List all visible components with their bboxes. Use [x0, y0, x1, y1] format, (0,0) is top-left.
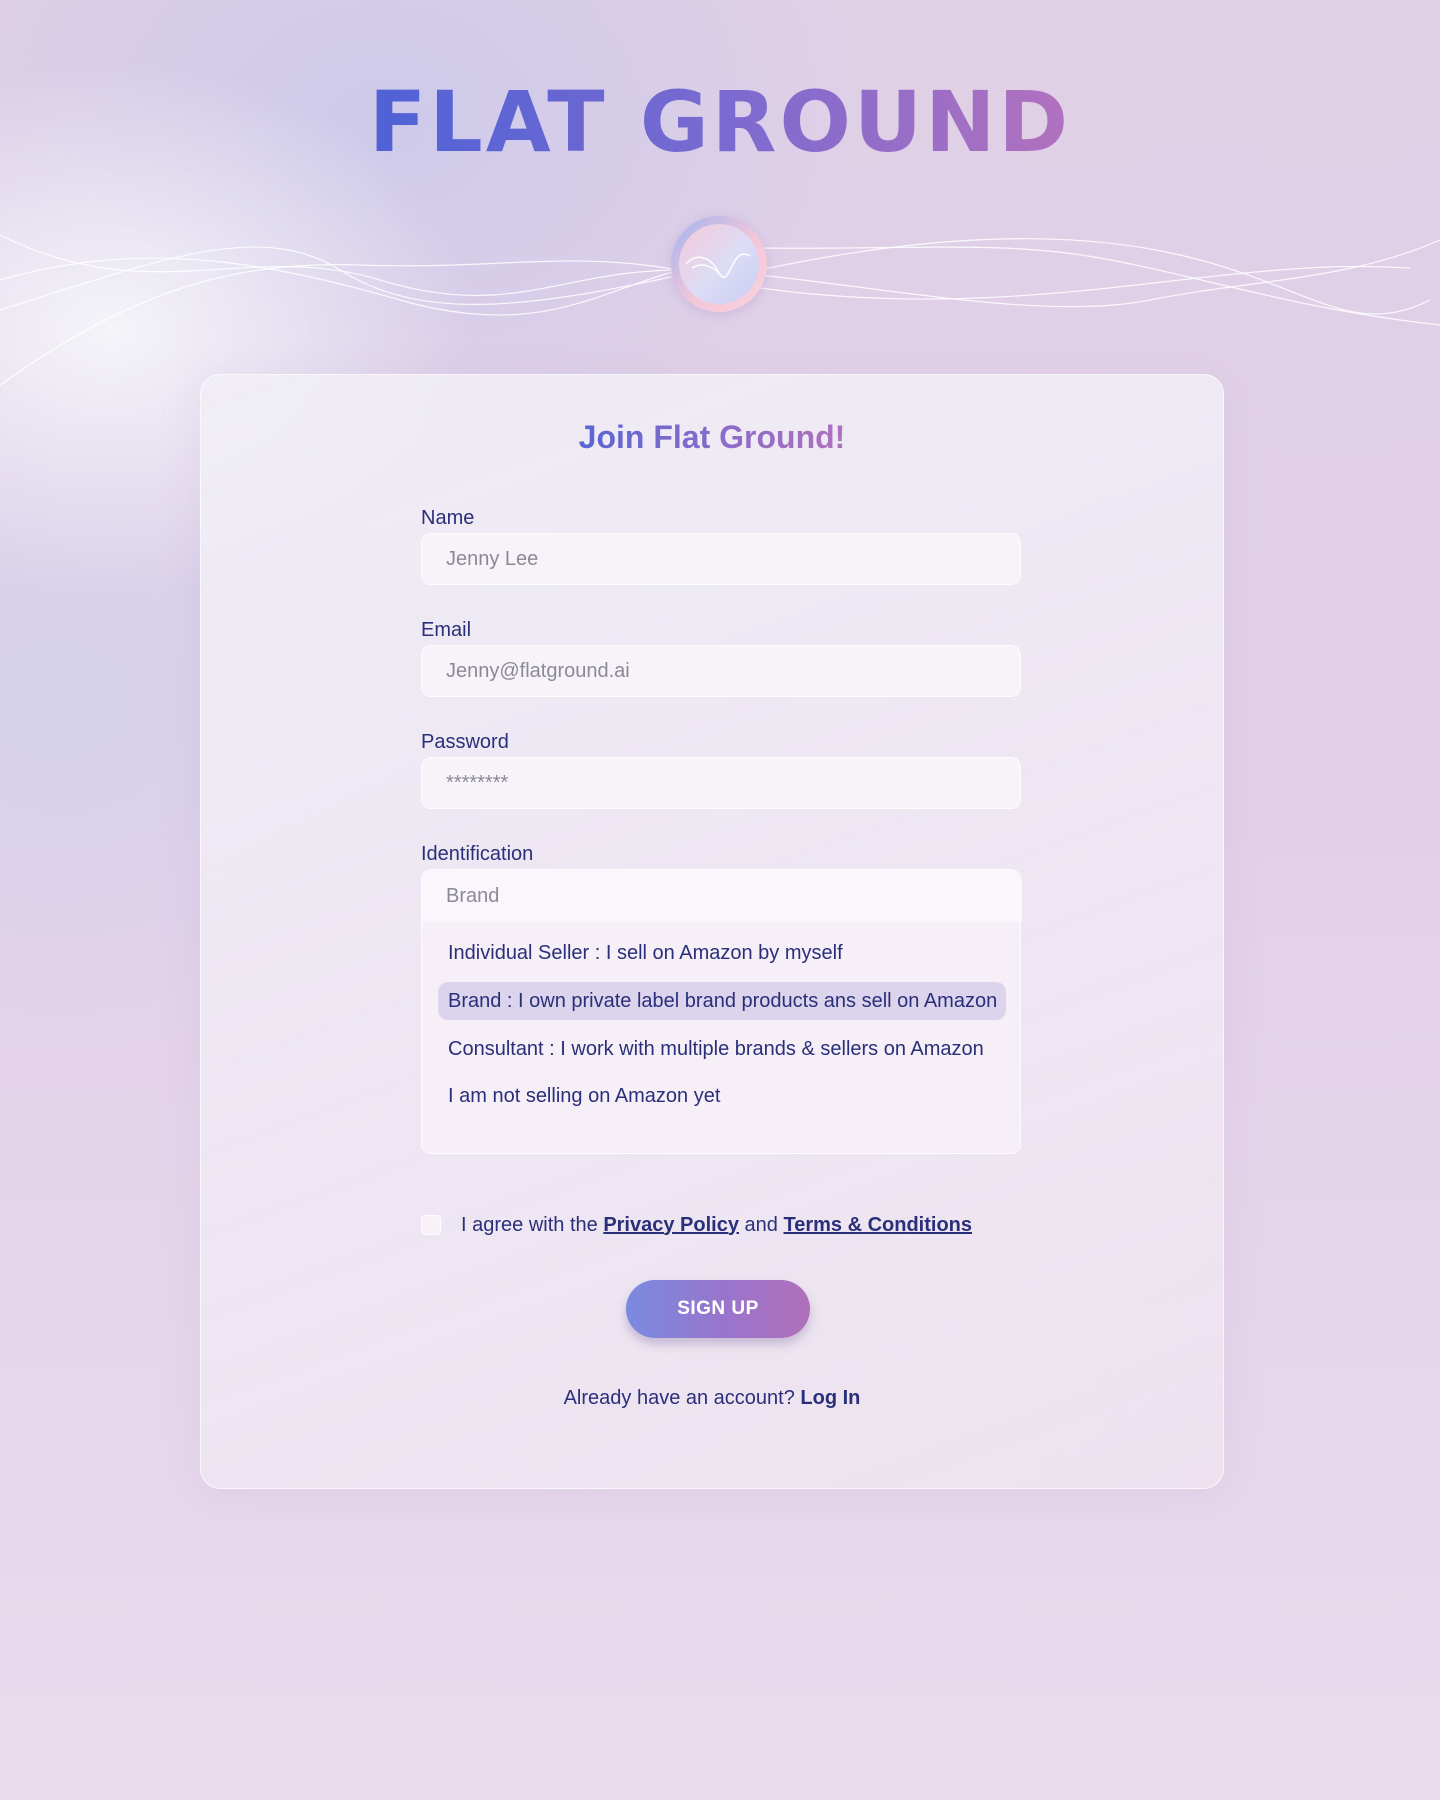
identification-dropdown: Brand Individual Seller : I sell on Amaz…	[421, 869, 1022, 1154]
privacy-policy-link[interactable]: Privacy Policy	[603, 1214, 739, 1236]
agree-prefix: I agree with the	[461, 1213, 598, 1236]
identification-select[interactable]: Brand	[422, 870, 1022, 922]
signup-button[interactable]: SIGN UP	[626, 1280, 810, 1338]
agree-and: and	[744, 1213, 778, 1236]
identification-label: Identification	[421, 843, 534, 865]
email-input[interactable]	[421, 645, 1021, 697]
email-label: Email	[421, 619, 472, 641]
agree-row: I agree with the Privacy Policy and Term…	[421, 1211, 972, 1239]
option-consultant[interactable]: Consultant : I work with multiple brands…	[438, 1030, 1006, 1068]
option-individual-seller[interactable]: Individual Seller : I sell on Amazon by …	[438, 934, 1006, 972]
agree-checkbox[interactable]	[421, 1215, 441, 1235]
brand-title: FLAT GROUND	[368, 73, 1072, 171]
name-label: Name	[421, 507, 475, 529]
login-prompt: Already have an account?	[563, 1387, 795, 1409]
agree-text: I agree with the Privacy Policy and Term…	[461, 1214, 972, 1237]
login-row: Already have an account? Log In	[201, 1385, 1223, 1411]
wave-glyph-icon	[685, 253, 751, 279]
option-brand[interactable]: Brand : I own private label brand produc…	[438, 982, 1006, 1020]
option-not-selling[interactable]: I am not selling on Amazon yet	[438, 1077, 1006, 1115]
form-title: Join Flat Ground!	[578, 419, 846, 455]
password-label: Password	[421, 731, 509, 753]
name-input[interactable]	[421, 533, 1021, 585]
wave-logo-icon	[671, 216, 767, 312]
login-link[interactable]: Log In	[800, 1387, 860, 1409]
signup-card: Join Flat Ground! Name Email Password Id…	[200, 374, 1224, 1489]
password-input[interactable]	[421, 757, 1021, 809]
terms-conditions-link[interactable]: Terms & Conditions	[783, 1214, 972, 1236]
